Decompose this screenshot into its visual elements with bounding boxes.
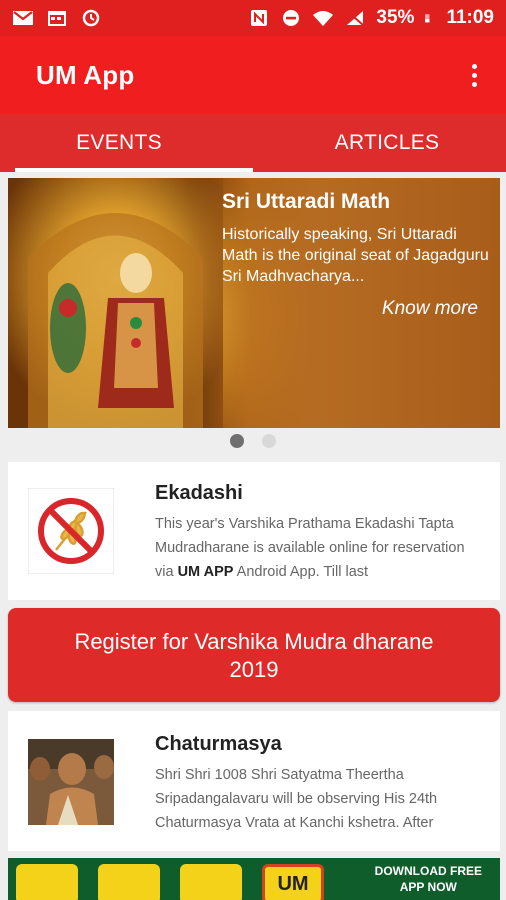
- battery-percent: 35%: [376, 7, 415, 28]
- event-description: Shri Shri 1008 Shri Satyatma Theertha Sr…: [155, 767, 438, 831]
- app-bar: UM App: [0, 36, 506, 114]
- banner-carousel[interactable]: Sri Uttaradi Math Historically speaking,…: [8, 178, 500, 428]
- ad-tile-1: [16, 864, 78, 900]
- event-description: This year's Varshika Prathama Ekadashi T…: [155, 516, 465, 580]
- register-mudra-button[interactable]: Register for Varshika Mudra dharane 2019: [8, 608, 500, 702]
- dnd-icon: [283, 10, 300, 26]
- ad-tile-2: [98, 864, 160, 900]
- battery-icon: [425, 14, 430, 23]
- clock: 11:09: [446, 7, 494, 28]
- carousel-indicator: [0, 434, 506, 448]
- tab-bar: EVENTS ARTICLES: [0, 114, 506, 172]
- status-bar: 35% 11:09: [0, 0, 506, 36]
- nfc-icon: [251, 10, 268, 26]
- no-signal-icon: [346, 10, 365, 26]
- more-vert-icon[interactable]: [462, 55, 486, 95]
- ad-tile-3: [180, 864, 242, 900]
- banner-description: Historically speaking, Sri Uttaradi Math…: [222, 226, 489, 285]
- gmail-icon: [13, 11, 33, 25]
- no-grain-icon: [28, 488, 114, 574]
- sync-icon: [82, 9, 100, 27]
- event-title: Chaturmasya: [155, 733, 282, 755]
- calendar-icon: [48, 11, 66, 26]
- app-title: UM App: [36, 59, 135, 90]
- know-more-link[interactable]: Know more: [382, 298, 478, 320]
- event-card-ekadashi[interactable]: Ekadashi This year's Varshika Prathama E…: [8, 462, 500, 600]
- event-title: Ekadashi: [155, 482, 243, 504]
- um-logo: UM: [262, 864, 324, 900]
- carousel-dot-2[interactable]: [262, 434, 276, 448]
- banner-title: Sri Uttaradi Math: [222, 190, 391, 213]
- carousel-dot-1[interactable]: [230, 434, 244, 448]
- tab-events[interactable]: EVENTS: [0, 114, 253, 172]
- download-app-banner[interactable]: UM DOWNLOAD FREE APP NOW: [8, 858, 500, 900]
- swamiji-photo: [28, 739, 114, 825]
- tab-articles[interactable]: ARTICLES: [268, 114, 506, 172]
- download-cta[interactable]: DOWNLOAD FREE APP NOW: [375, 863, 482, 895]
- event-card-chaturmasya[interactable]: Chaturmasya Shri Shri 1008 Shri Satyatma…: [8, 711, 500, 851]
- wifi-icon: [313, 11, 334, 26]
